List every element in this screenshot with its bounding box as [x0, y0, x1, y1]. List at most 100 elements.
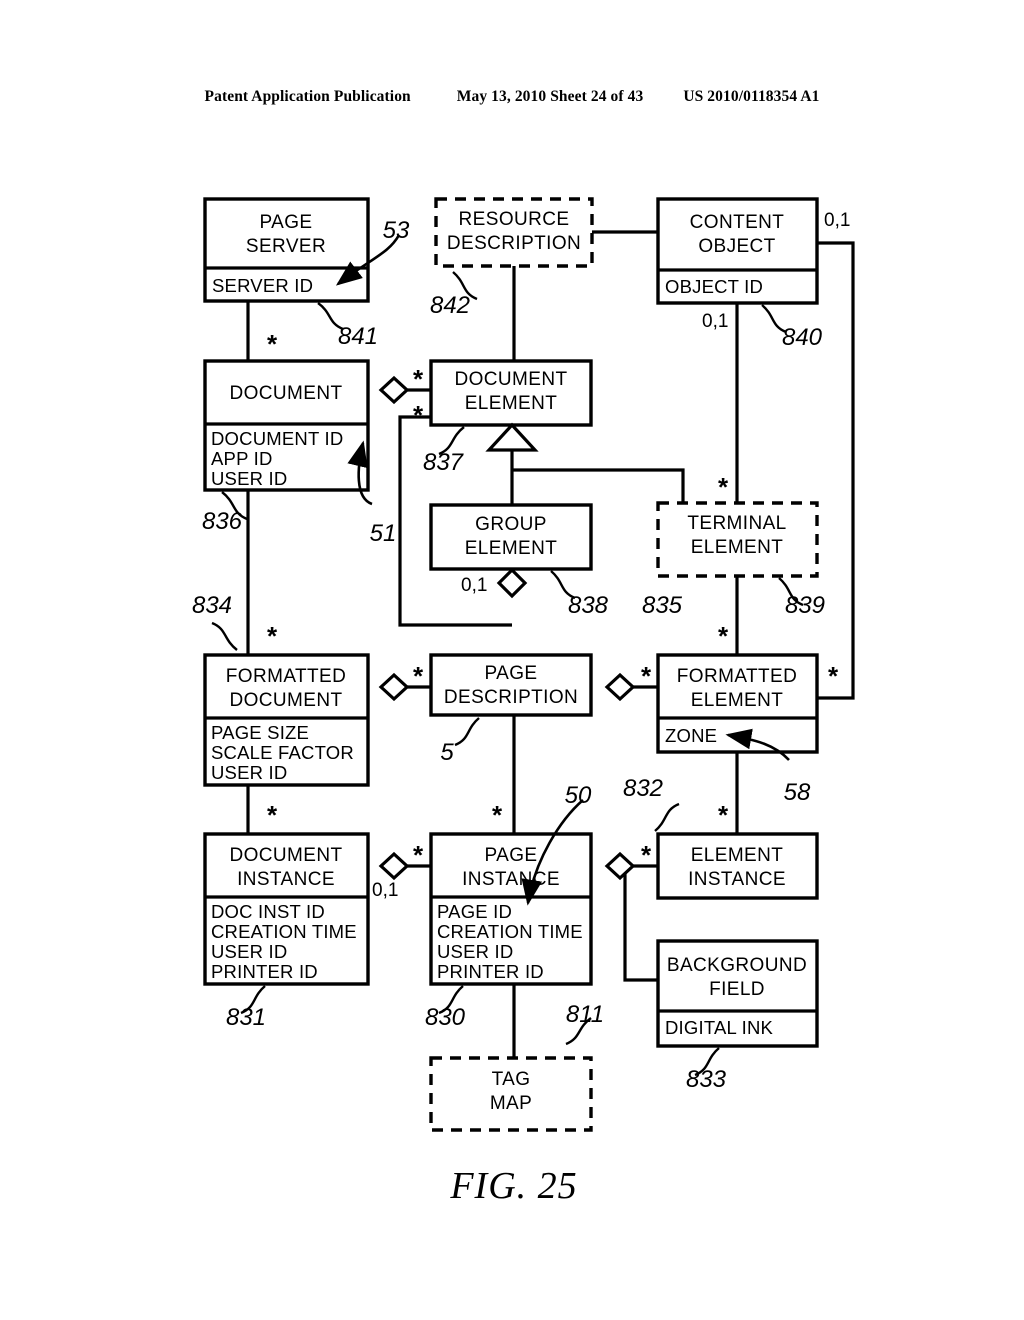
ref-numeral-811: 811 [566, 1001, 604, 1028]
mult-star-page-instance-top: * [492, 800, 503, 830]
entity-background-field-line2: FIELD [709, 979, 765, 1000]
entity-page-server-line2: SERVER [246, 236, 326, 257]
mult-star-terminal-element: * [718, 472, 729, 502]
attr-formatted-document-user-id: USER ID [211, 762, 287, 783]
entity-page-description-line1: PAGE [485, 663, 538, 684]
entity-formatted-document-line2: DOCUMENT [230, 690, 343, 711]
attr-document-instance-user-id: USER ID [211, 941, 287, 962]
mult-content-object-right: 0,1 [824, 210, 850, 231]
entity-document-element-line1: DOCUMENT [455, 369, 568, 390]
entity-resource-description-line2: DESCRIPTION [447, 233, 581, 254]
entity-content-object-line1: CONTENT [690, 212, 785, 233]
ref-numeral-53: 53 [383, 217, 410, 244]
entity-page-instance-line2: INSTANCE [462, 869, 560, 890]
attr-document-instance-doc-inst-id: DOC INST ID [211, 901, 325, 922]
diamond-group-element-aggregation [496, 567, 528, 599]
ref-numeral-838: 838 [568, 592, 609, 619]
entity-formatted-document-line1: FORMATTED [226, 666, 346, 687]
mult-star-formatted-element-left: * [641, 661, 652, 691]
ref-numeral-835: 835 [642, 592, 683, 619]
mult-star-page-instance-left: * [413, 840, 424, 870]
entity-page-server-line1: PAGE [260, 212, 313, 233]
squiggle-832 [654, 802, 680, 832]
entity-tag-map-line2: MAP [490, 1093, 532, 1114]
entity-formatted-element-line2: ELEMENT [691, 690, 784, 711]
mult-star-document-element-b: * [413, 400, 424, 430]
diamond-page-description-aggregation [604, 672, 636, 702]
ref-numeral-830: 830 [425, 1004, 466, 1031]
link-generalization-terminal-branch [512, 468, 685, 503]
attr-page-instance-printer-id: PRINTER ID [437, 961, 544, 982]
attr-content-object-object-id: OBJECT ID [665, 276, 763, 297]
mult-star-page-description-left: * [413, 661, 424, 691]
attr-document-document-id: DOCUMENT ID [211, 428, 343, 449]
attr-document-instance-printer-id: PRINTER ID [211, 961, 318, 982]
diamond-page-instance-aggregation [604, 851, 636, 881]
entity-page-instance-line1: PAGE [485, 845, 538, 866]
mult-star-element-instance-top: * [718, 800, 729, 830]
attr-formatted-document-page-size: PAGE SIZE [211, 722, 309, 743]
figure-label: FIG. 25 [449, 1165, 577, 1207]
ref-numeral-841: 841 [338, 323, 378, 350]
entity-content-object-line2: OBJECT [698, 236, 775, 257]
ref-numeral-840: 840 [782, 324, 823, 351]
attr-page-instance-user-id: USER ID [437, 941, 513, 962]
ref-numeral-831: 831 [226, 1004, 266, 1031]
entity-resource-description-line1: RESOURCE [459, 209, 570, 230]
ref-numeral-839: 839 [785, 592, 825, 619]
entity-document-element-line2: ELEMENT [465, 393, 558, 414]
entity-document-instance-line2: INSTANCE [237, 869, 335, 890]
ref-numeral-842: 842 [430, 292, 470, 319]
ref-numeral-51: 51 [370, 520, 397, 547]
mult-star-document-instance: * [267, 800, 278, 830]
entity-formatted-element-line1: FORMATTED [677, 666, 797, 687]
ref-numeral-5: 5 [440, 739, 454, 766]
squiggle-5 [454, 717, 480, 747]
diamond-document-aggregation [378, 375, 410, 405]
mult-star-formatted-element-top: * [718, 621, 729, 651]
ref-numeral-834: 834 [192, 592, 232, 619]
attr-document-user-id: USER ID [211, 468, 287, 489]
link-page-instance-background-field [623, 866, 658, 982]
entity-terminal-element-line1: TERMINAL [687, 513, 786, 534]
entity-background-field-line1: BACKGROUND [667, 955, 807, 976]
ref-numeral-833: 833 [686, 1066, 727, 1093]
entity-group-element-line2: ELEMENT [465, 538, 558, 559]
ref-numeral-832: 832 [623, 775, 663, 802]
figure-25-diagram: PAGE SERVER RESOURCE DESCRIPTION CONTENT… [192, 197, 855, 1207]
attr-document-app-id: APP ID [211, 448, 273, 469]
attr-formatted-document-scale-factor: SCALE FACTOR [211, 742, 354, 763]
attr-background-field-digital-ink: DIGITAL INK [665, 1017, 774, 1038]
ref-numeral-836: 836 [202, 508, 243, 535]
entity-document-instance-line1: DOCUMENT [230, 845, 343, 866]
attr-formatted-element-zone: ZONE [665, 725, 717, 746]
entity-element-instance-line1: ELEMENT [691, 845, 784, 866]
entity-element-instance-line2: INSTANCE [688, 869, 786, 890]
attr-document-instance-creation-time: CREATION TIME [211, 921, 357, 942]
link-content-object-formatted-element [817, 241, 855, 700]
entity-terminal-element-line2: ELEMENT [691, 537, 784, 558]
attr-page-instance-page-id: PAGE ID [437, 901, 512, 922]
attr-page-instance-creation-time: CREATION TIME [437, 921, 583, 942]
mult-object-id-below: 0,1 [702, 311, 728, 332]
diamond-document-instance-aggregation [378, 851, 410, 881]
diamond-formatted-document-aggregation [378, 672, 410, 702]
ref-numeral-58: 58 [784, 779, 811, 806]
squiggle-834 [211, 621, 238, 651]
mult-star-document-element-a: * [413, 364, 424, 394]
triangle-generalization-document-element [485, 422, 539, 452]
ref-numeral-837: 837 [423, 449, 465, 476]
entity-document-line1: DOCUMENT [230, 383, 343, 404]
mult-document-instance: 0,1 [372, 880, 398, 901]
attr-page-server-server-id: SERVER ID [212, 275, 313, 296]
entity-page-description-line2: DESCRIPTION [444, 687, 578, 708]
mult-star-formatted-element-right: * [828, 661, 839, 691]
entity-group-element-line1: GROUP [475, 514, 547, 535]
mult-star-formatted-document: * [267, 621, 278, 651]
ref-numeral-50: 50 [565, 782, 592, 809]
mult-star-element-instance-left: * [641, 840, 652, 870]
mult-group-element: 0,1 [461, 575, 487, 596]
patent-sheet: Patent Application Publication May 13, 20… [0, 0, 1024, 1320]
mult-star-page-server-document: * [267, 329, 278, 359]
entity-tag-map-line1: TAG [492, 1069, 531, 1090]
